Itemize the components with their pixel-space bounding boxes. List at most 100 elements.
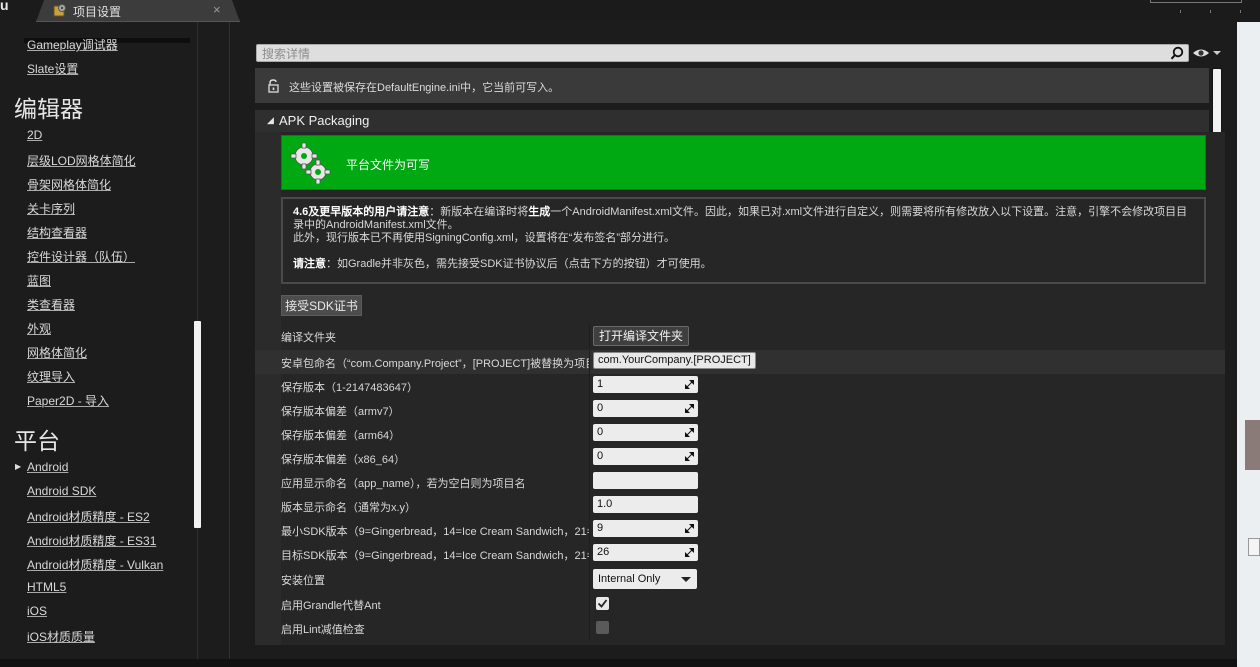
sidebar-item-gameplay-debugger[interactable]: Gameplay调试器 (27, 36, 118, 53)
min-sdk-label: 最小SDK版本（9=Gingerbread，14=Ice Cream Sandw… (281, 526, 589, 538)
search-input[interactable] (262, 46, 1142, 61)
section-content: 平台文件为可写 4.6及更早版本的用户请注意：新版本在编译时将生成一个Andro… (255, 132, 1225, 645)
sidebar-list[interactable]: Gameplay调试器 Slate设置 编辑器 2D 层级LOD网格体简化 骨架… (0, 22, 198, 659)
sidebar-item-android-es31[interactable]: Android材质精度 - ES31 (27, 532, 156, 549)
spinner-arrows-icon[interactable] (685, 452, 694, 461)
spinner-arrows-icon[interactable] (685, 428, 694, 437)
sidebar-item-ios-material[interactable]: iOS材质质量 (27, 628, 95, 645)
sidebar-item-ios[interactable]: iOS (27, 604, 47, 618)
sidebar-item-skeletal-simplify[interactable]: 骨架网格体简化 (27, 176, 111, 193)
banner-text: 平台文件为可写 (346, 158, 431, 172)
row-app-name: 应用显示命名（app_name），若为空白则为项目名 (255, 470, 1225, 494)
sidebar-item-level-sequence[interactable]: 关卡序列 (27, 200, 75, 217)
sidebar-item-android[interactable]: Android (27, 460, 68, 474)
use-gradle-checkbox[interactable] (596, 597, 609, 610)
sidebar-item-paper2d-import[interactable]: Paper2D - 导入 (27, 392, 109, 409)
offset-arm64-label: 保存版本偏差（arm64） (281, 430, 401, 442)
package-name-input[interactable]: com.YourCompany.[PROJECT] (593, 352, 756, 369)
target-sdk-input[interactable]: 26 (593, 544, 698, 561)
eye-icon[interactable] (1192, 46, 1222, 60)
sidebar-scrollbar[interactable] (194, 321, 201, 528)
sidebar-item-appearance[interactable]: 外观 (27, 320, 51, 337)
sidebar-item-mesh-simplify[interactable]: 网格体简化 (27, 344, 87, 361)
store-version-value: 1 (597, 378, 604, 390)
sidebar-item-hlod[interactable]: 层级LOD网格体简化 (27, 152, 136, 169)
offset-x86-64-input[interactable]: 0 (593, 448, 698, 465)
writable-banner: 平台文件为可写 (281, 135, 1206, 190)
search-box[interactable] (256, 44, 1189, 62)
version-display-label: 版本显示命名（通常为x.y） (281, 502, 417, 514)
background-window (1237, 22, 1260, 667)
use-gradle-label: 启用Grandle代替Ant (281, 600, 381, 612)
row-offset-armv7: 保存版本偏差（armv7） 0 (255, 398, 1225, 422)
offset-armv7-input[interactable]: 0 (593, 400, 698, 417)
offset-x86-64-label: 保存版本偏差（x86_64） (281, 454, 406, 466)
app-name-input[interactable] (593, 472, 698, 489)
row-package-name: 安卓包命名（“com.Company.Project”，[PROJECT]被替换… (255, 350, 1225, 374)
section-title: APK Packaging (279, 113, 370, 128)
lock-icon (268, 79, 279, 93)
accept-sdk-license-button[interactable]: 接受SDK证书 (281, 295, 362, 316)
sidebar-item-android-vulkan[interactable]: Android材质精度 - Vulkan (27, 556, 163, 573)
offset-armv7-value: 0 (597, 402, 604, 414)
row-offset-arm64: 保存版本偏差（arm64） 0 (255, 422, 1225, 446)
tab-label: 项目设置 (73, 5, 122, 19)
version-display-input[interactable]: 1.0 (593, 496, 698, 513)
sidebar-header-platform: 平台 (14, 428, 60, 454)
row-offset-x86-64: 保存版本偏差（x86_64） 0 (255, 446, 1225, 470)
lint-check-checkbox[interactable] (596, 621, 609, 634)
dropdown-caret-icon (681, 577, 691, 582)
store-version-input[interactable]: 1 (593, 376, 698, 393)
settings-sidebar: Gameplay调试器 Slate设置 编辑器 2D 层级LOD网格体简化 骨架… (0, 22, 230, 659)
spinner-arrows-icon[interactable] (685, 524, 694, 533)
sidebar-item-slate[interactable]: Slate设置 (27, 60, 78, 77)
ue-logo[interactable]: u (0, 0, 22, 12)
sidebar-header-editor: 编辑器 (14, 96, 83, 122)
details-panel: 这些设置被保存在DefaultEngine.ini中，它当前可写入。 ◢ APK… (231, 22, 1236, 659)
writable-notice: 这些设置被保存在DefaultEngine.ini中，它当前可写入。 (255, 68, 1209, 103)
spinner-arrows-icon[interactable] (685, 548, 694, 557)
offset-arm64-input[interactable]: 0 (593, 424, 698, 441)
spinner-arrows-icon[interactable] (685, 404, 694, 413)
search-icon[interactable] (1170, 46, 1184, 60)
package-name-label: 安卓包命名（“com.Company.Project”，[PROJECT]被替换… (281, 358, 589, 370)
sidebar-item-blueprint[interactable]: 蓝图 (27, 272, 51, 289)
row-install-location: 安装位置 Internal Only (255, 566, 1225, 592)
version-display-value: 1.0 (597, 498, 613, 510)
min-sdk-value: 9 (597, 522, 604, 534)
window-buttons[interactable] (1150, 0, 1242, 13)
row-version-display: 版本显示命名（通常为x.y） 1.0 (255, 494, 1225, 518)
note-line-3: 请注意：如Gradle并非灰色，需先接受SDK证书协议后（点击下方的按钮）才可使… (293, 258, 1194, 271)
collapse-arrow-icon[interactable]: ◢ (267, 115, 274, 126)
offset-arm64-value: 0 (597, 426, 604, 438)
spinner-arrows-icon[interactable] (685, 380, 694, 389)
sidebar-item-texture-import[interactable]: 纹理导入 (27, 368, 75, 385)
sidebar-item-widget-designer[interactable]: 控件设计器（队伍） (27, 248, 135, 265)
min-sdk-input[interactable]: 9 (593, 520, 698, 537)
upgrade-note: 4.6及更早版本的用户请注意：新版本在编译时将生成一个AndroidManife… (281, 197, 1206, 284)
background-window-box (1248, 538, 1260, 556)
row-target-sdk: 目标SDK版本（9=Gingerbread，14=Ice Cream Sandw… (255, 542, 1225, 566)
app-name-label: 应用显示命名（app_name），若为空白则为项目名 (281, 478, 526, 490)
sidebar-item-android-sdk[interactable]: Android SDK (27, 484, 96, 498)
sidebar-item-class-viewer[interactable]: 类查看器 (27, 296, 75, 313)
sidebar-item-struct-viewer[interactable]: 结构查看器 (27, 224, 87, 241)
target-sdk-label: 目标SDK版本（9=Gingerbread，14=Ice Cream Sandw… (281, 550, 589, 562)
settings-tab-icon (53, 4, 66, 17)
close-icon[interactable]: × (213, 2, 221, 17)
note-bold-3: 请注意 (293, 258, 326, 270)
bottom-edge (0, 659, 1237, 667)
tab-project-settings[interactable]: 项目设置 × (36, 0, 240, 22)
install-location-select[interactable]: Internal Only (593, 569, 697, 589)
offset-x86-64-value: 0 (597, 450, 604, 462)
notice-text: 这些设置被保存在DefaultEngine.ini中，它当前可写入。 (289, 82, 560, 94)
sidebar-item-2d[interactable]: 2D (27, 128, 42, 142)
section-apk-packaging[interactable]: ◢ APK Packaging (255, 110, 1209, 132)
expand-arrow-icon: ▶ (15, 462, 22, 471)
row-use-gradle: 启用Grandle代替Ant (255, 592, 1225, 616)
open-build-folder-button[interactable]: 打开编译文件夹 (593, 326, 690, 346)
sidebar-item-html5[interactable]: HTML5 (27, 580, 66, 594)
target-sdk-value: 26 (597, 546, 610, 558)
note-text-1a: ：新版本在编译时将 (429, 206, 529, 218)
sidebar-item-android-es2[interactable]: Android材质精度 - ES2 (27, 508, 150, 525)
